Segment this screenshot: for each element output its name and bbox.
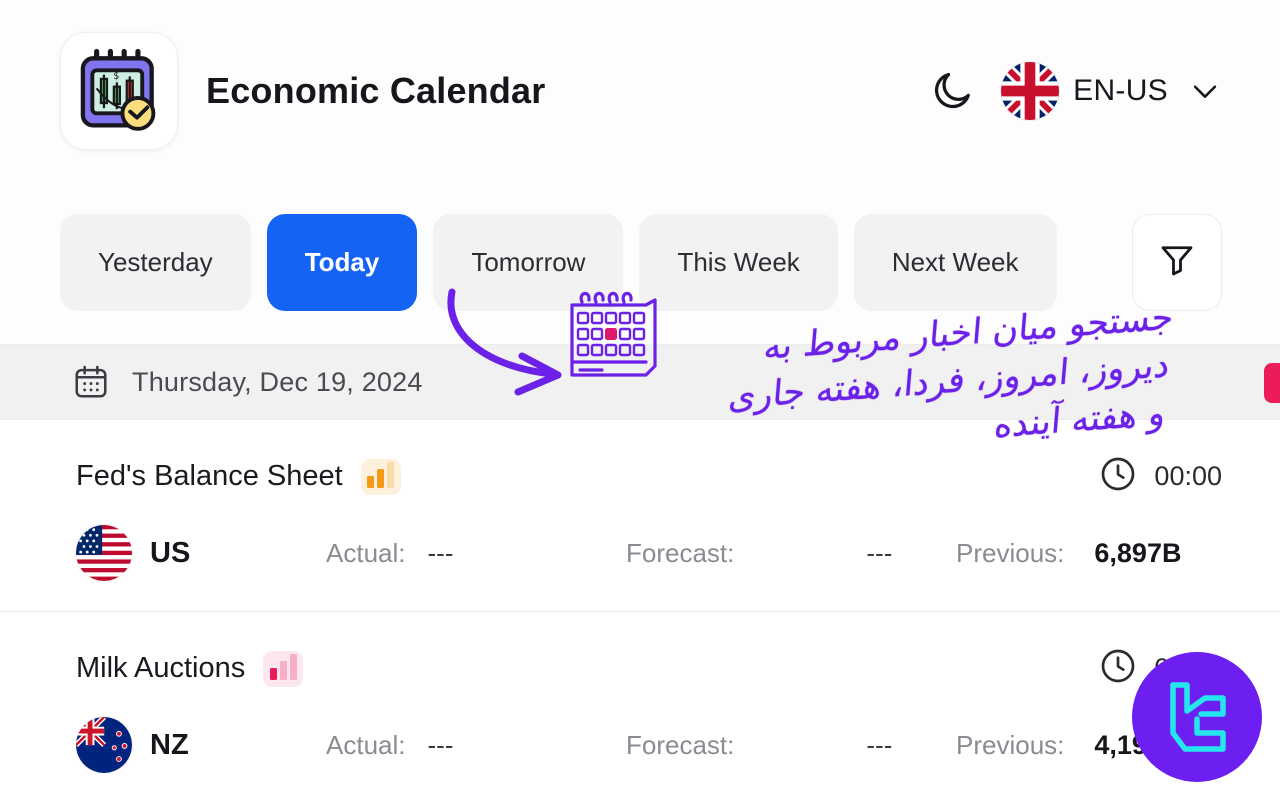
metric-forecast: Forecast: --- <box>626 538 956 569</box>
language-selector[interactable]: EN-US <box>1001 62 1222 120</box>
calendar-icon <box>72 363 110 401</box>
metric-previous: Previous: 4,193.0 <box>956 730 1184 761</box>
table-row[interactable]: Fed's Balance Sheet 00:00 US Actual: ---… <box>0 420 1280 612</box>
forecast-label: Forecast: <box>626 729 735 760</box>
filter-button[interactable] <box>1132 213 1222 311</box>
actual-value: --- <box>427 537 454 568</box>
app-logo: $ <box>60 32 178 150</box>
period-tabbar: Yesterday Today Tomorrow This Week Next … <box>0 182 1280 342</box>
app-header: $ Economic Calendar EN-US <box>0 0 1280 182</box>
app-root: $ Economic Calendar EN-US Yesterday Toda… <box>0 0 1280 800</box>
event-header: Milk Auctions 00:00 <box>76 646 1222 691</box>
forecast-value: --- <box>866 729 893 760</box>
impact-low-icon <box>263 650 304 687</box>
moon-icon[interactable] <box>929 68 975 114</box>
actual-label: Actual: <box>326 729 406 760</box>
actual-label: Actual: <box>326 537 406 568</box>
us-flag-icon <box>76 525 132 581</box>
clock-icon <box>1098 454 1138 499</box>
tab-tomorrow[interactable]: Tomorrow <box>433 213 624 311</box>
clock-icon <box>1098 646 1138 691</box>
table-row[interactable]: Milk Auctions 00:00 NZ Actual: --- Forec… <box>0 612 1280 800</box>
event-time: 00:00 <box>1098 646 1222 691</box>
event-details: US Actual: --- Forecast: --- Previous: 6… <box>76 525 1222 581</box>
previous-value: 4,193.0 <box>1094 729 1185 760</box>
metric-previous: Previous: 6,897B <box>956 538 1181 569</box>
previous-label: Previous: <box>956 729 1065 760</box>
event-header: Fed's Balance Sheet 00:00 <box>76 454 1222 499</box>
metric-actual: Actual: --- <box>326 538 626 569</box>
forecast-value: --- <box>866 537 893 568</box>
event-title: Fed's Balance Sheet <box>76 460 343 492</box>
svg-text:$: $ <box>113 71 119 82</box>
date-separator-row: Thursday, Dec 19, 2024 <box>0 344 1280 420</box>
date-row-badge <box>1264 363 1280 403</box>
language-label: EN-US <box>1073 74 1168 107</box>
metric-actual: Actual: --- <box>326 730 626 761</box>
event-metrics: Actual: --- Forecast: --- Previous: 4,19… <box>326 730 1222 761</box>
header-actions: EN-US <box>929 62 1222 120</box>
date-label: Thursday, Dec 19, 2024 <box>132 366 423 397</box>
country-code: US <box>150 536 191 569</box>
event-time-text: 00:00 <box>1154 461 1222 491</box>
previous-label: Previous: <box>956 537 1065 568</box>
event-details: NZ Actual: --- Forecast: --- Previous: 4… <box>76 717 1222 773</box>
event-country: NZ <box>76 717 326 773</box>
forecast-label: Forecast: <box>626 537 735 568</box>
previous-value: 6,897B <box>1094 537 1182 568</box>
country-code: NZ <box>150 728 189 761</box>
page-title: Economic Calendar <box>206 70 546 111</box>
tab-this-week[interactable]: This Week <box>639 213 838 311</box>
metric-forecast: Forecast: --- <box>626 730 956 761</box>
event-time: 00:00 <box>1098 454 1222 499</box>
chevron-down-icon[interactable] <box>1188 74 1222 108</box>
tab-next-week[interactable]: Next Week <box>853 213 1057 311</box>
event-time-text: 00:00 <box>1154 653 1222 683</box>
event-list: Fed's Balance Sheet 00:00 US Actual: ---… <box>0 420 1280 800</box>
event-country: US <box>76 525 326 581</box>
tab-yesterday[interactable]: Yesterday <box>60 213 251 311</box>
nz-flag-icon <box>76 717 132 773</box>
uk-flag-icon <box>1001 62 1060 120</box>
calendar-candlestick-clock-icon: $ <box>80 48 156 131</box>
tab-today[interactable]: Today <box>266 213 418 311</box>
brand: $ Economic Calendar <box>60 32 546 150</box>
impact-medium-icon <box>360 458 401 495</box>
event-metrics: Actual: --- Forecast: --- Previous: 6,89… <box>326 538 1222 569</box>
event-title: Milk Auctions <box>76 652 246 684</box>
filter-funnel-icon <box>1156 239 1198 286</box>
actual-value: --- <box>427 729 454 760</box>
